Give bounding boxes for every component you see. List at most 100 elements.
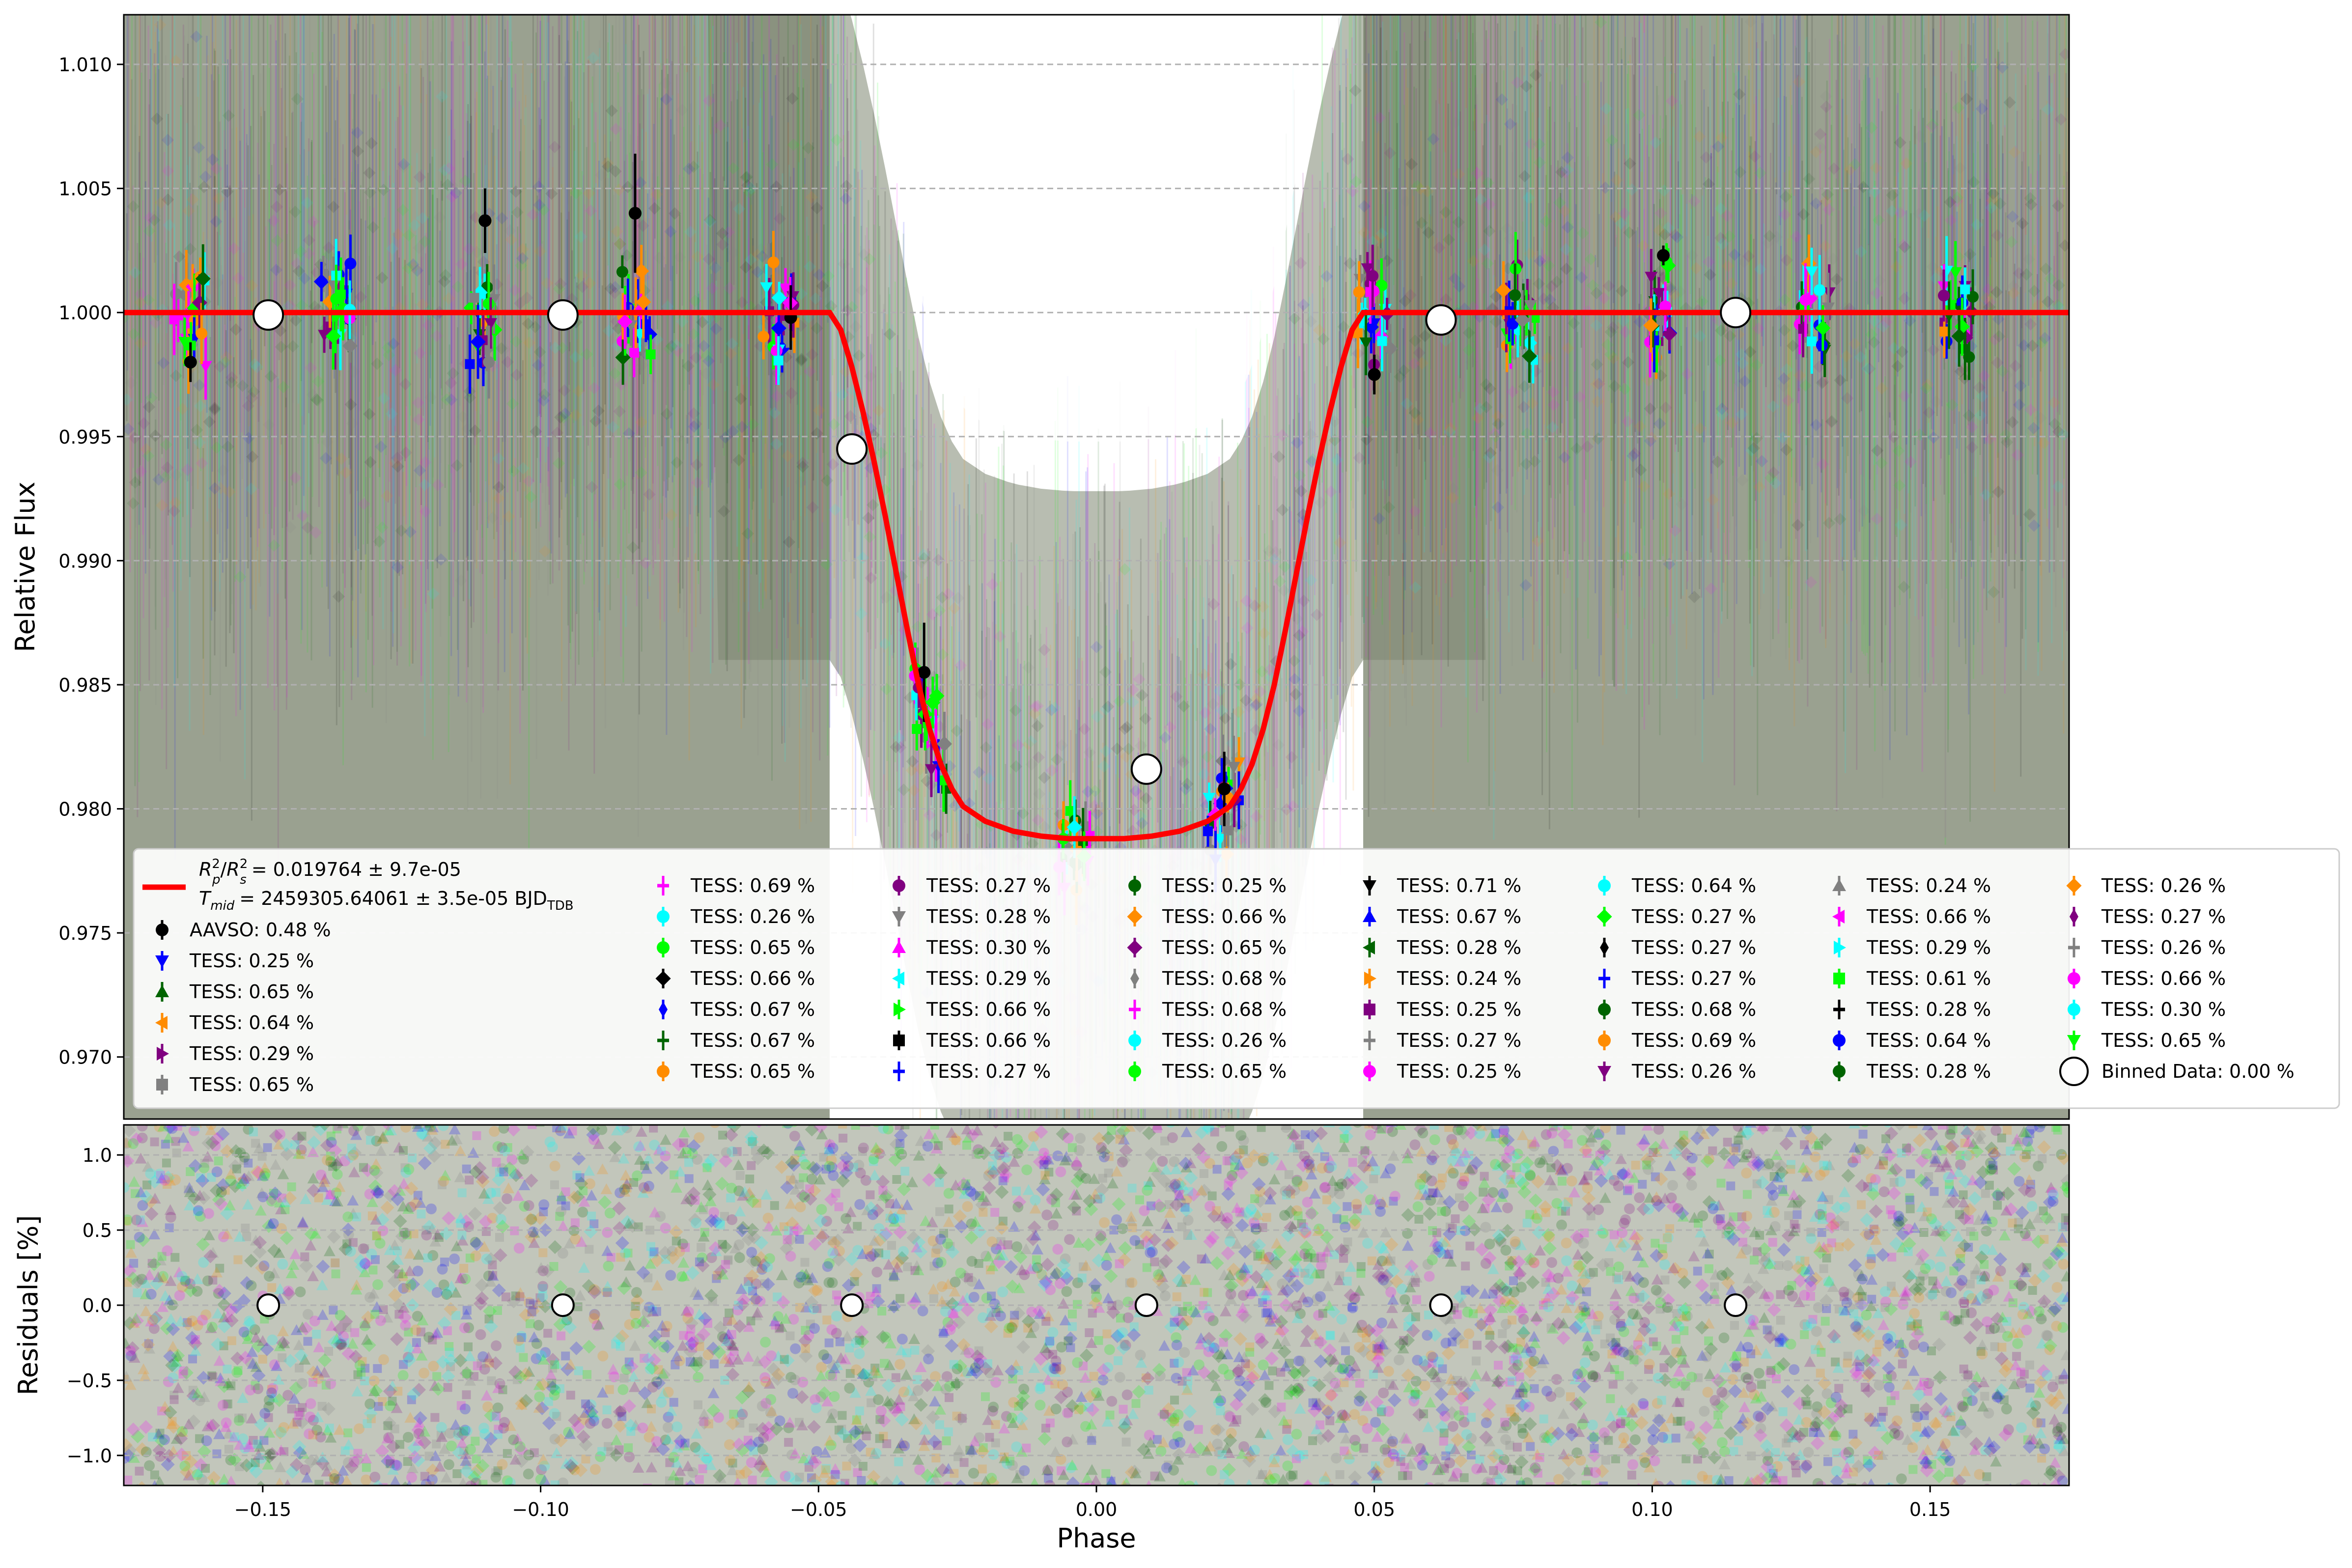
legend-marker	[2068, 1003, 2080, 1016]
legend-entry-label: TESS: 0.68 %	[1631, 999, 1756, 1020]
legend-entry-label: TESS: 0.27 %	[1631, 968, 1756, 989]
legend-entry-label: TESS: 0.27 %	[926, 875, 1051, 896]
legend-marker	[1833, 1065, 1846, 1078]
top-ytick-label: 0.970	[58, 1047, 112, 1068]
top-y-axis-label: Relative Flux	[10, 481, 41, 652]
binned-residual-point	[1134, 1293, 1158, 1317]
tess-point	[616, 266, 628, 278]
legend-entry-label: TESS: 0.69 %	[690, 875, 815, 896]
legend-entry-label: TESS: 0.65 %	[2101, 1030, 2226, 1051]
legend-entry-label: TESS: 0.25 %	[1162, 875, 1287, 896]
legend-entry-label: TESS: 0.25 %	[189, 950, 314, 972]
tess-point	[767, 256, 780, 269]
legend-entry-label: TESS: 0.26 %	[2101, 937, 2226, 958]
xtick-label: 0.05	[1353, 1499, 1395, 1520]
bottom-ytick-label: 1.0	[83, 1145, 112, 1166]
tess-point	[1814, 284, 1826, 296]
binned-residual-point	[840, 1293, 864, 1317]
top-ytick-label: 1.000	[58, 302, 112, 324]
legend-entry-label: TESS: 0.26 %	[1162, 1030, 1287, 1051]
tess-point	[1939, 326, 1950, 336]
binned-point	[547, 299, 579, 331]
binned-point	[1425, 304, 1457, 336]
legend-entry-label: TESS: 0.27 %	[1631, 937, 1756, 958]
tess-point	[629, 348, 639, 358]
binned-point	[252, 299, 284, 331]
legend-marker	[1128, 1065, 1141, 1078]
tess-point	[757, 331, 770, 343]
tess-point	[170, 288, 182, 300]
tess-point	[1203, 826, 1213, 837]
legend-entry-label: TESS: 0.24 %	[1397, 968, 1521, 989]
legend-entry-label: TESS: 0.27 %	[1397, 1030, 1521, 1051]
legend-entry-label: TESS: 0.67 %	[1397, 906, 1521, 927]
legend-entry-label: TESS: 0.66 %	[690, 968, 815, 989]
binned-residual-point	[1429, 1293, 1453, 1317]
tess-point	[1960, 284, 1970, 295]
legend-entry-label: TESS: 0.26 %	[690, 906, 815, 927]
legend-entry-label: TESS: 0.26 %	[1631, 1061, 1756, 1082]
tess-point	[1509, 289, 1521, 301]
legend-marker	[657, 1065, 670, 1078]
tess-point	[1807, 336, 1817, 346]
legend-entry-label: TESS: 0.66 %	[926, 1030, 1051, 1051]
legend-entry-label: TESS: 0.24 %	[1866, 875, 1991, 896]
tess-point	[773, 355, 784, 365]
tess-point	[169, 314, 179, 325]
tess-point	[465, 359, 475, 369]
top-ytick-label: 0.990	[58, 550, 112, 572]
xtick-label: 0.00	[1076, 1499, 1118, 1520]
xtick-label: −0.05	[790, 1499, 847, 1520]
legend-entry-label: TESS: 0.64 %	[1866, 1030, 1991, 1051]
bottom-ytick-label: −0.5	[67, 1370, 112, 1392]
tess-point	[770, 345, 783, 357]
legend-entry-label: TESS: 0.28 %	[1866, 1061, 1991, 1082]
legend-marker	[893, 879, 905, 892]
legend-entry-label: TESS: 0.28 %	[926, 906, 1051, 927]
legend-marker	[1598, 1034, 1611, 1047]
legend-entry-label: TESS: 0.64 %	[189, 1012, 314, 1034]
tess-point	[1940, 336, 1953, 348]
legend-entry-label: TESS: 0.65 %	[1162, 1061, 1287, 1082]
aavso-point	[1657, 249, 1670, 262]
legend-marker	[2068, 972, 2080, 985]
legend-marker	[1833, 973, 1845, 984]
legend-entry-label: TESS: 0.68 %	[1162, 968, 1287, 989]
tess-point	[482, 298, 495, 310]
legend-entry-label: TESS: 0.68 %	[1162, 999, 1287, 1020]
legend-entry-label: TESS: 0.71 %	[1397, 875, 1521, 896]
binned-residual-point	[256, 1293, 280, 1317]
legend-marker	[1363, 1065, 1376, 1078]
legend-entry-label: TESS: 0.66 %	[1162, 906, 1287, 927]
tess-point	[645, 349, 656, 360]
legend-entry-label: TESS: 0.65 %	[690, 937, 815, 958]
tess-point	[1938, 289, 1950, 302]
transit-light-curve-figure: 1.010 1.005 1.000 0.995 0.990 0.985 0.980 0.975…	[0, 0, 2352, 1568]
legend-entry-label: TESS: 0.65 %	[1162, 937, 1287, 958]
legend-marker	[156, 924, 168, 936]
legend-marker	[1833, 1034, 1846, 1047]
legend-marker	[1128, 1034, 1141, 1047]
tess-point	[1367, 270, 1379, 282]
binned-point	[1130, 753, 1162, 785]
legend-marker	[1364, 1004, 1375, 1015]
legend-marker	[156, 1079, 168, 1091]
legend-entry-label: TESS: 0.27 %	[2101, 906, 2226, 927]
aavso-point	[628, 207, 642, 220]
legend-entry-label: TESS: 0.27 %	[1631, 906, 1756, 927]
legend: R2 p/R2 s = 0.019764 ± 9.7e-05 Tmid = 245930…	[133, 848, 2340, 1109]
legend-entry-label: TESS: 0.65 %	[189, 1074, 314, 1095]
tess-point	[1799, 294, 1812, 306]
binned-residual-point	[1724, 1293, 1748, 1317]
legend-entry-label: TESS: 0.64 %	[1631, 875, 1756, 896]
top-ytick-label: 0.985	[58, 674, 112, 696]
legend-entry-label: TESS: 0.28 %	[1397, 937, 1521, 958]
legend-entry-label: TESS: 0.65 %	[189, 981, 314, 1003]
bottom-y-axis-label: Residuals [%]	[13, 1215, 44, 1396]
legend-entry-label: TESS: 0.27 %	[926, 1061, 1051, 1082]
legend-entry-label: TESS: 0.25 %	[1397, 999, 1521, 1020]
legend-entry-label: AAVSO: 0.48 %	[190, 919, 331, 941]
legend-entry-label: TESS: 0.67 %	[690, 1030, 815, 1051]
legend-entry-label: TESS: 0.67 %	[690, 999, 815, 1020]
legend-marker	[2059, 1057, 2089, 1086]
